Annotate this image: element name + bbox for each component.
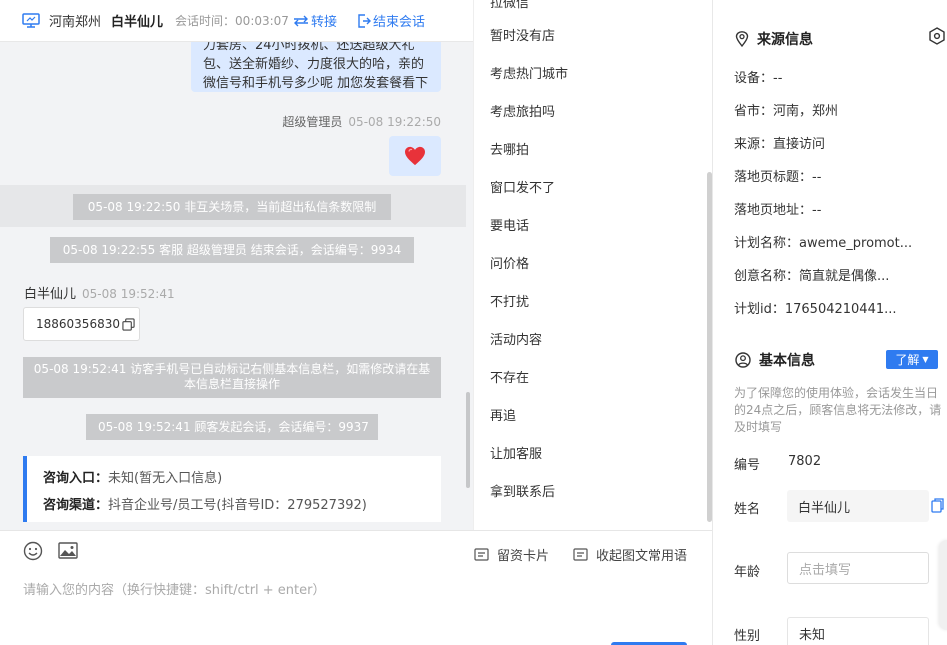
quick-reply-item[interactable]: 拿到联系后 <box>490 481 555 500</box>
header-customer-name: 白半仙儿 <box>111 15 164 30</box>
agent-heart-bubble <box>389 136 441 176</box>
gender-value: 未知 <box>799 627 826 643</box>
transfer-label: 转接 <box>310 15 337 30</box>
caret-down-icon: ▼ <box>922 355 929 364</box>
chat-scrollbar[interactable] <box>466 392 470 488</box>
source-landing-title: 落地页标题：-- <box>734 170 822 185</box>
gender-label: 性别 <box>734 629 761 644</box>
quick-reply-item[interactable]: 考虑旅拍吗 <box>490 101 555 120</box>
visitor-sender-line: 白半仙儿 05-08 19:52:41 <box>24 283 175 302</box>
customer-info-panel: 来源信息 设备：-- 省市：河南，郑州 来源：直接访问 落地页标题：-- 落地页… <box>712 0 947 645</box>
quick-reply-item[interactable]: 问价格 <box>490 253 529 272</box>
consult-entry-label: 咨询入口： <box>43 471 109 486</box>
age-placeholder: 点击填写 <box>799 562 852 578</box>
consult-channel-value: 抖音企业号/员工号(抖音号ID：279527392) <box>108 498 367 513</box>
source-province: 省市：河南，郑州 <box>734 104 839 119</box>
source-info-title: 来源信息 <box>735 29 813 49</box>
session-time-value: 00:03:07 <box>235 13 289 28</box>
collapse-phrases-label: 收起图文常用语 <box>596 549 688 564</box>
learn-more-button[interactable]: 了解 ▼ <box>886 350 938 369</box>
location-pin-icon <box>735 31 749 47</box>
consult-entry-value: 未知(暂无入口信息) <box>108 471 223 486</box>
source-creative-name: 创意名称：简直就是偶像... <box>734 269 890 284</box>
id-label: 编号 <box>734 458 761 473</box>
source-landing-url: 落地页地址：-- <box>734 203 822 218</box>
quick-reply-item[interactable]: 再追 <box>490 405 516 424</box>
basic-info-title: 基本信息 <box>735 350 815 370</box>
settings-icon[interactable] <box>929 27 945 45</box>
lead-card-button[interactable]: 留资卡片 <box>474 545 549 564</box>
quick-reply-item[interactable]: 不打扰 <box>490 291 529 310</box>
visitor-message-time: 05-08 19:52:41 <box>82 287 175 301</box>
quick-reply-partial[interactable]: 拉微信 <box>490 0 529 11</box>
agent-message-time: 05-08 19:22:50 <box>348 115 441 129</box>
age-label: 年龄 <box>734 565 761 580</box>
system-message-end-session: 05-08 19:22:55 客服 超级管理员 结束会话，会话编号：9934 <box>50 237 414 263</box>
visitor-phone-number: 18860356830 <box>36 317 120 331</box>
chat-panel: 力套房、24小时拨机、还送超级大礼包、送全新婚纱、力度很大的哈，亲的微信号和手机… <box>0 0 473 530</box>
monitor-icon <box>22 13 40 28</box>
collapse-phrases-button[interactable]: 收起图文常用语 <box>573 545 687 564</box>
end-session-button[interactable]: 结束会话 <box>357 11 425 30</box>
consult-channel-label: 咨询渠道： <box>43 498 109 513</box>
chat-header: 河南郑州 白半仙儿 会话时间： 00:03:07 转接 结束会话 <box>0 0 473 42</box>
consult-channel-row: 咨询渠道：抖音企业号/员工号(抖音号ID：279527392) <box>43 492 441 519</box>
name-label: 姓名 <box>734 502 761 517</box>
card-icon <box>474 548 489 561</box>
quick-reply-item[interactable]: 去哪拍 <box>490 139 529 158</box>
consult-info-card: 咨询入口：未知(暂无入口信息) 咨询渠道：抖音企业号/员工号(抖音号ID：279… <box>23 456 441 522</box>
quick-reply-panel: 拉微信 暂时没有店 考虑热门城市 考虑旅拍吗 去哪拍 窗口发不了 要电话 问价格… <box>473 0 712 530</box>
copy-icon[interactable] <box>122 317 135 331</box>
user-circle-icon <box>735 352 751 368</box>
system-message-session-start: 05-08 19:52:41 顾客发起会话，会话编号：9937 <box>86 414 378 440</box>
quick-reply-item[interactable]: 暂时没有店 <box>490 25 555 44</box>
source-device: 设备：-- <box>734 71 783 86</box>
name-value: 白半仙儿 <box>798 500 851 516</box>
age-input[interactable]: 点击填写 <box>787 552 929 584</box>
panel-side-handle[interactable] <box>939 540 947 630</box>
end-session-label: 结束会话 <box>372 15 425 30</box>
system-message-phone-marked: 05-08 19:52:41 访客手机号已自动标记右侧基本信息栏，如需修改请在基… <box>23 357 441 398</box>
lead-card-label: 留资卡片 <box>497 549 550 564</box>
transfer-icon <box>293 15 308 26</box>
name-field[interactable]: 白半仙儿 <box>787 490 929 522</box>
system-message-limit: 05-08 19:22:50 非互关场景，当前超出私信条数限制 <box>73 194 391 220</box>
heart-icon <box>405 146 425 166</box>
session-time-label: 会话时间： <box>175 14 236 28</box>
consult-entry-row: 咨询入口：未知(暂无入口信息) <box>43 465 441 492</box>
agent-message-text: 力套房、24小时拨机、还送超级大礼包、送全新婚纱、力度很大的哈，亲的微信号和手机… <box>203 38 429 91</box>
quick-reply-item[interactable]: 活动内容 <box>490 329 542 348</box>
source-origin: 来源：直接访问 <box>734 137 826 152</box>
quick-reply-item[interactable]: 不存在 <box>490 367 529 386</box>
quick-reply-item[interactable]: 让加客服 <box>490 443 542 462</box>
message-input[interactable]: 请输入您的内容（换行快捷键：shift/ctrl + enter） <box>23 579 326 598</box>
agent-sender-name: 超级管理员 <box>282 115 343 129</box>
agent-sender-line: 超级管理员 05-08 19:22:50 <box>282 113 441 130</box>
source-plan-name: 计划名称：aweme_promot... <box>734 236 913 251</box>
source-info-label: 来源信息 <box>757 32 813 48</box>
visitor-name: 白半仙儿 <box>24 287 77 302</box>
visitor-phone-message: 18860356830 <box>23 307 140 341</box>
quick-reply-item[interactable]: 窗口发不了 <box>490 177 555 196</box>
header-location: 河南郑州 <box>49 15 102 30</box>
source-plan-id: 计划id：176504210441... <box>734 302 897 317</box>
id-value: 7802 <box>788 454 822 469</box>
transfer-button[interactable]: 转接 <box>293 11 337 30</box>
edit-deadline-note: 为了保障您的使用体验，会话发生当日的24点之后，顾客信息将无法修改，请及时填写 <box>734 386 942 434</box>
basic-info-label: 基本信息 <box>759 353 815 369</box>
copy-icon[interactable] <box>931 498 944 513</box>
exit-icon <box>358 13 371 28</box>
message-icon <box>573 548 588 561</box>
image-icon[interactable] <box>58 541 78 561</box>
quick-reply-item[interactable]: 考虑热门城市 <box>490 63 568 82</box>
learn-more-label: 了解 <box>895 353 920 367</box>
emoji-icon[interactable] <box>23 541 43 561</box>
gender-select[interactable]: 未知 <box>787 617 929 645</box>
message-input-area: 留资卡片 收起图文常用语 请输入您的内容（换行快捷键：shift/ctrl + … <box>0 530 712 645</box>
quick-reply-item[interactable]: 要电话 <box>490 215 529 234</box>
